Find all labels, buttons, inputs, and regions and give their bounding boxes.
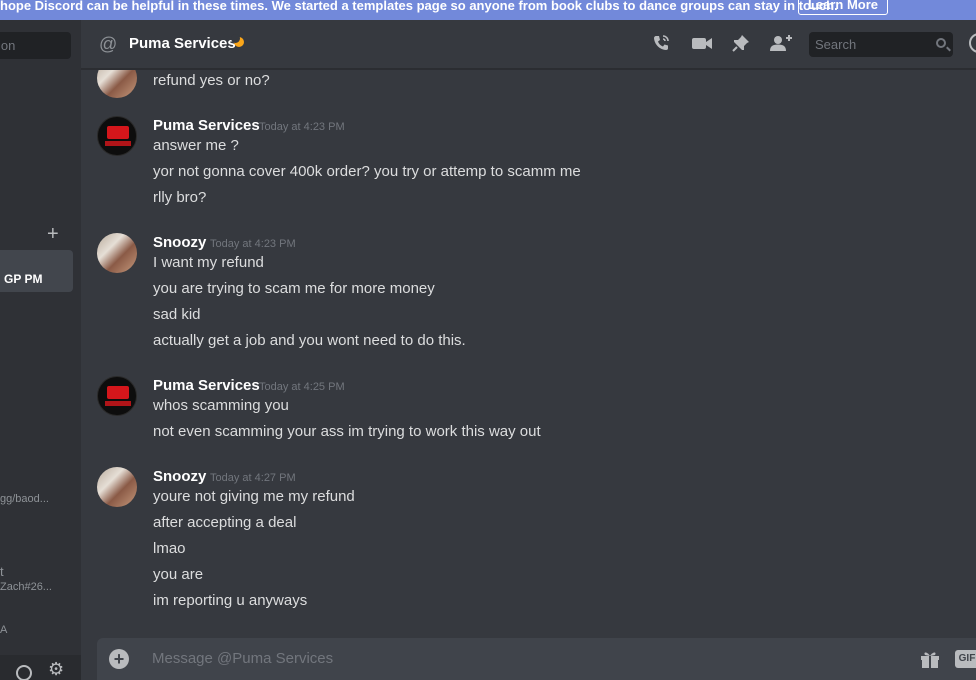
dm-item[interactable]: A xyxy=(0,624,7,636)
gear-icon[interactable]: ⚙ xyxy=(48,659,64,680)
dm-item[interactable]: gg/baod... xyxy=(0,493,49,505)
message-text: you are xyxy=(153,566,204,583)
dm-item[interactable]: Zach#26... xyxy=(0,581,52,593)
message-text: im reporting u anyways xyxy=(153,592,308,609)
message-text: refund yes or no? xyxy=(153,72,270,89)
message-author[interactable]: Puma Services xyxy=(153,377,260,394)
message-timestamp: Today at 4:23 PM xyxy=(259,121,345,133)
video-icon[interactable] xyxy=(691,33,713,57)
dm-item-active[interactable]: GP PM xyxy=(0,250,73,292)
pin-icon[interactable] xyxy=(731,33,751,57)
banner-text: hope Discord can be helpful in these tim… xyxy=(0,0,838,13)
message-input[interactable]: Message @Puma Services xyxy=(152,650,333,667)
message-text: you are trying to scam me for more money xyxy=(153,280,435,297)
message-timestamp: Today at 4:23 PM xyxy=(210,238,296,250)
create-dm-button[interactable]: + xyxy=(47,224,59,244)
message-list: refund yes or no? Puma Services Today at… xyxy=(81,70,976,636)
message-text: I want my refund xyxy=(153,254,264,271)
message-text: after accepting a deal xyxy=(153,514,297,531)
message-timestamp: Today at 4:25 PM xyxy=(259,381,345,393)
message-author[interactable]: Snoozy xyxy=(153,234,206,251)
channel-header: @ Puma Services Search xyxy=(81,20,976,69)
dm-item-label: GP PM xyxy=(4,272,43,286)
message-text: lmao xyxy=(153,540,186,557)
message-text: actually get a job and you wont need to … xyxy=(153,332,466,349)
message-text: rlly bro? xyxy=(153,189,207,206)
message-text: answer me ? xyxy=(153,137,239,154)
announcement-banner: hope Discord can be helpful in these tim… xyxy=(0,0,976,20)
dm-sidebar: ion + GP PM gg/baod... t Zach#26... A ⚙ xyxy=(0,20,81,680)
message-author[interactable]: Snoozy xyxy=(153,468,206,485)
idle-status-icon xyxy=(231,34,244,47)
avatar[interactable] xyxy=(97,70,137,98)
headset-icon[interactable] xyxy=(16,665,32,680)
user-panel: ⚙ xyxy=(0,655,81,680)
add-attachment-button[interactable]: + xyxy=(109,649,129,669)
gift-icon[interactable] xyxy=(919,649,941,674)
add-friend-icon[interactable] xyxy=(769,33,793,57)
message-text: whos scamming you xyxy=(153,397,289,414)
message-composer[interactable]: + Message @Puma Services GIF xyxy=(97,638,976,680)
help-icon[interactable] xyxy=(969,33,976,53)
message-author[interactable]: Puma Services xyxy=(153,117,260,134)
at-icon: @ xyxy=(99,34,118,54)
search-icon xyxy=(936,38,946,48)
search-input[interactable]: Search xyxy=(809,32,953,57)
avatar[interactable] xyxy=(97,116,137,156)
call-icon[interactable] xyxy=(651,33,671,57)
dm-item[interactable]: t xyxy=(0,564,4,579)
message-text: sad kid xyxy=(153,306,201,323)
message-timestamp: Today at 4:27 PM xyxy=(210,472,296,484)
gif-button[interactable]: GIF xyxy=(955,650,976,668)
find-conversation-input[interactable]: ion xyxy=(0,32,71,59)
search-placeholder: Search xyxy=(815,37,857,52)
channel-title: Puma Services xyxy=(129,35,236,52)
message-text: youre not giving me my refund xyxy=(153,488,355,505)
message-text: not even scamming your ass im trying to … xyxy=(153,423,541,440)
avatar[interactable] xyxy=(97,233,137,273)
learn-more-button[interactable]: Learn More xyxy=(798,0,888,15)
avatar[interactable] xyxy=(97,376,137,416)
message-text: yor not gonna cover 400k order? you try … xyxy=(153,163,581,180)
avatar[interactable] xyxy=(97,467,137,507)
